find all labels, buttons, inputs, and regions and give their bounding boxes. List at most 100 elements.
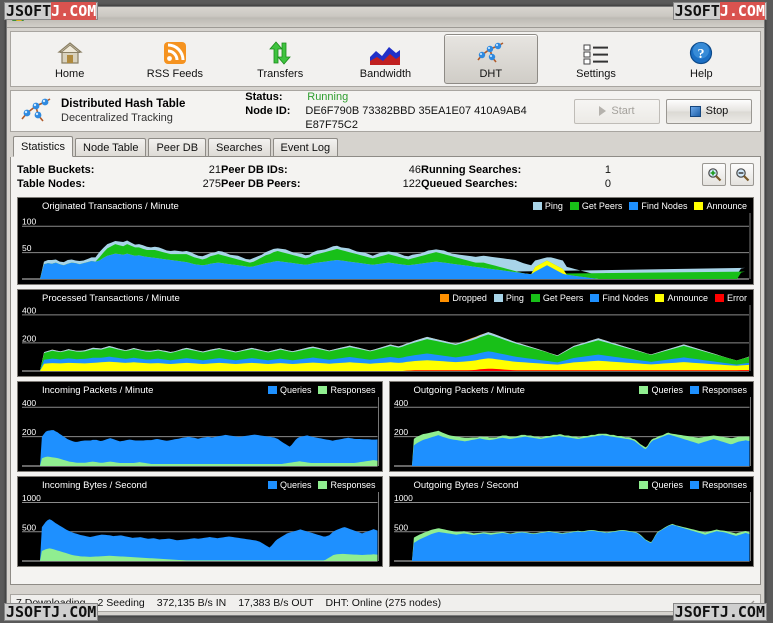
stats-column-table: Table Buckets: 21 Table Nodes: 275 bbox=[17, 163, 221, 191]
legend-queries-out-pkt: Queries bbox=[651, 385, 683, 395]
toolbar-button-home[interactable]: Home bbox=[23, 34, 117, 84]
toolbar-button-help[interactable]: ? Help bbox=[654, 34, 748, 84]
node-id-label: Node ID: bbox=[245, 105, 291, 117]
tab-peer-db[interactable]: Peer DB bbox=[148, 138, 207, 156]
svg-text:1000: 1000 bbox=[393, 493, 412, 503]
desktop-background: Vuze Home bbox=[0, 0, 773, 623]
stat-value-table-buckets: 21 bbox=[208, 164, 221, 176]
legend-queries-in-bytes: Queries bbox=[279, 480, 312, 490]
tab-searches[interactable]: Searches bbox=[208, 138, 271, 156]
legend-announce2: Announce bbox=[667, 293, 708, 303]
tab-label-statistics: Statistics bbox=[21, 140, 66, 153]
dht-network-icon bbox=[476, 39, 506, 65]
chart-zoom-controls bbox=[702, 163, 754, 186]
toolbar-button-bandwidth[interactable]: Bandwidth bbox=[338, 34, 432, 84]
legend-responses-in-pkt: Responses bbox=[330, 385, 376, 395]
stat-key-running-searches: Running Searches: bbox=[421, 164, 522, 176]
dht-network-icon-small bbox=[19, 96, 53, 126]
legend-ping2: Ping bbox=[505, 293, 524, 303]
home-icon bbox=[56, 39, 83, 65]
svg-text:500: 500 bbox=[393, 522, 407, 532]
legend-responses-in-bytes: Responses bbox=[330, 480, 376, 490]
bytes-chart-row: 500 1000 Incoming Bytes / Second Queries … bbox=[17, 476, 754, 567]
chart-legend-processed: Dropped Ping Get Peers Find Nodes Announ… bbox=[440, 293, 747, 303]
legend-dropped: Dropped bbox=[452, 293, 487, 303]
tab-label-node-table: Node Table bbox=[83, 141, 139, 154]
toolbar-label-home: Home bbox=[54, 67, 85, 80]
tab-label-event-log: Event Log bbox=[280, 141, 331, 154]
status-out-rate: 17,383 B/s OUT bbox=[238, 597, 314, 609]
stop-button[interactable]: Stop bbox=[666, 98, 752, 124]
toolbar-button-transfers[interactable]: Transfers bbox=[233, 34, 327, 84]
toolbar-button-dht[interactable]: DHT bbox=[443, 34, 538, 84]
tab-node-table[interactable]: Node Table bbox=[75, 138, 147, 156]
status-seeding: 2 Seeding bbox=[97, 597, 145, 609]
chart-processed-transactions[interactable]: 200 400 Processed Transactions / Minute D… bbox=[17, 289, 754, 377]
stop-icon bbox=[689, 105, 701, 117]
stat-key-peer-db-ids: Peer DB IDs: bbox=[221, 164, 288, 176]
legend-queries-in-pkt: Queries bbox=[279, 385, 312, 395]
status-value: Running bbox=[307, 91, 349, 103]
chart-title-processed: Processed Transactions / Minute bbox=[42, 293, 180, 304]
svg-text:400: 400 bbox=[393, 398, 407, 408]
stat-value-running-searches: 1 bbox=[604, 164, 611, 176]
legend-ping: Ping bbox=[544, 201, 563, 211]
stat-value-table-nodes: 275 bbox=[202, 178, 221, 190]
legend-find-nodes2: Find Nodes bbox=[602, 293, 649, 303]
chart-incoming-packets[interactable]: 200 400 Incoming Packets / Minute Queries… bbox=[17, 381, 383, 472]
chart-legend-incoming-packets: Queries Responses bbox=[267, 385, 376, 395]
toolbar-button-settings[interactable]: Settings bbox=[549, 34, 643, 84]
toolbar-label-settings: Settings bbox=[576, 67, 616, 80]
toolbar-label-help: Help bbox=[690, 67, 713, 80]
main-toolbar: Home RSS Feeds Transfers Bandwidth DHT S… bbox=[10, 31, 761, 87]
dht-subtitle: Decentralized Tracking bbox=[61, 112, 173, 124]
svg-text:200: 200 bbox=[393, 427, 407, 437]
title-bar: Vuze bbox=[7, 7, 764, 28]
tab-statistics[interactable]: Statistics bbox=[13, 136, 74, 157]
statistics-summary: Table Buckets: 21 Table Nodes: 275 Peer DB… bbox=[17, 163, 754, 193]
toolbar-label-transfers: Transfers bbox=[257, 67, 304, 80]
bandwidth-chart-icon bbox=[370, 39, 401, 65]
stat-key-peer-db-peers: Peer DB Peers: bbox=[221, 178, 301, 190]
help-question-icon: ? bbox=[689, 39, 713, 65]
start-button[interactable]: Start bbox=[574, 98, 660, 124]
status-dht: DHT: Online (275 nodes) bbox=[325, 597, 442, 609]
chart-outgoing-bytes[interactable]: 500 1000 Outgoing Bytes / Second Queries … bbox=[388, 476, 754, 567]
chart-legend-outgoing-bytes: Queries Responses bbox=[639, 480, 747, 490]
svg-text:400: 400 bbox=[22, 398, 36, 408]
legend-get-peers2: Get Peers bbox=[542, 293, 584, 303]
stop-button-label: Stop bbox=[705, 105, 729, 117]
chart-originated-transactions[interactable]: 50 100 Originated Transactions / Minute P… bbox=[17, 197, 754, 285]
chart-canvas-outgoing-packets: 200 400 bbox=[393, 397, 751, 467]
stat-key-table-nodes: Table Nodes: bbox=[17, 178, 86, 190]
dht-tab-strip: Statistics Node Table Peer DB Searches E… bbox=[13, 136, 761, 157]
chart-legend-incoming-bytes: Queries Responses bbox=[267, 480, 376, 490]
tab-label-searches: Searches bbox=[216, 141, 263, 154]
legend-responses-out-pkt: Responses bbox=[701, 385, 747, 395]
chart-canvas-outgoing-bytes: 500 1000 bbox=[393, 492, 751, 562]
chart-canvas-incoming-bytes: 500 1000 bbox=[21, 492, 380, 562]
chart-legend-originated: Ping Get Peers Find Nodes Announce bbox=[532, 201, 747, 211]
stats-column-peerdb: Peer DB IDs: 46 Peer DB Peers: 122 bbox=[221, 163, 421, 191]
play-icon bbox=[599, 106, 607, 116]
watermark-top-left: JSOFTJ.COM bbox=[4, 2, 99, 20]
chart-incoming-bytes[interactable]: 500 1000 Incoming Bytes / Second Queries … bbox=[17, 476, 383, 567]
tab-event-log[interactable]: Event Log bbox=[272, 138, 339, 156]
stat-key-table-buckets: Table Buckets: bbox=[17, 164, 95, 176]
watermark-top-right: JSOFTJ.COM bbox=[672, 2, 767, 20]
toolbar-button-rss-feeds[interactable]: RSS Feeds bbox=[128, 34, 222, 84]
node-id-value: DE6F790B 73382BBD 35EA1E07 410A9AB4 E87F… bbox=[305, 105, 527, 131]
stat-value-peer-db-ids: 46 bbox=[408, 164, 421, 176]
zoom-in-button[interactable] bbox=[702, 163, 726, 186]
legend-error: Error bbox=[727, 293, 747, 303]
dht-titles: Distributed Hash Table Decentralized Tra… bbox=[61, 97, 245, 125]
svg-text:50: 50 bbox=[22, 243, 32, 253]
chart-title-outgoing-bytes: Outgoing Bytes / Second bbox=[413, 480, 519, 491]
zoom-out-button[interactable] bbox=[730, 163, 754, 186]
dht-status-block: Status: Running Node ID: DE6F790B 73382B… bbox=[245, 90, 574, 132]
chart-title-incoming-packets: Incoming Packets / Minute bbox=[42, 385, 154, 396]
chart-outgoing-packets[interactable]: 200 400 Outgoing Packets / Minute Queries… bbox=[388, 381, 754, 472]
stat-value-peer-db-peers: 122 bbox=[402, 178, 421, 190]
statistics-panel: Table Buckets: 21 Table Nodes: 275 Peer DB… bbox=[10, 157, 761, 585]
toolbar-label-rss-feeds: RSS Feeds bbox=[146, 67, 204, 80]
